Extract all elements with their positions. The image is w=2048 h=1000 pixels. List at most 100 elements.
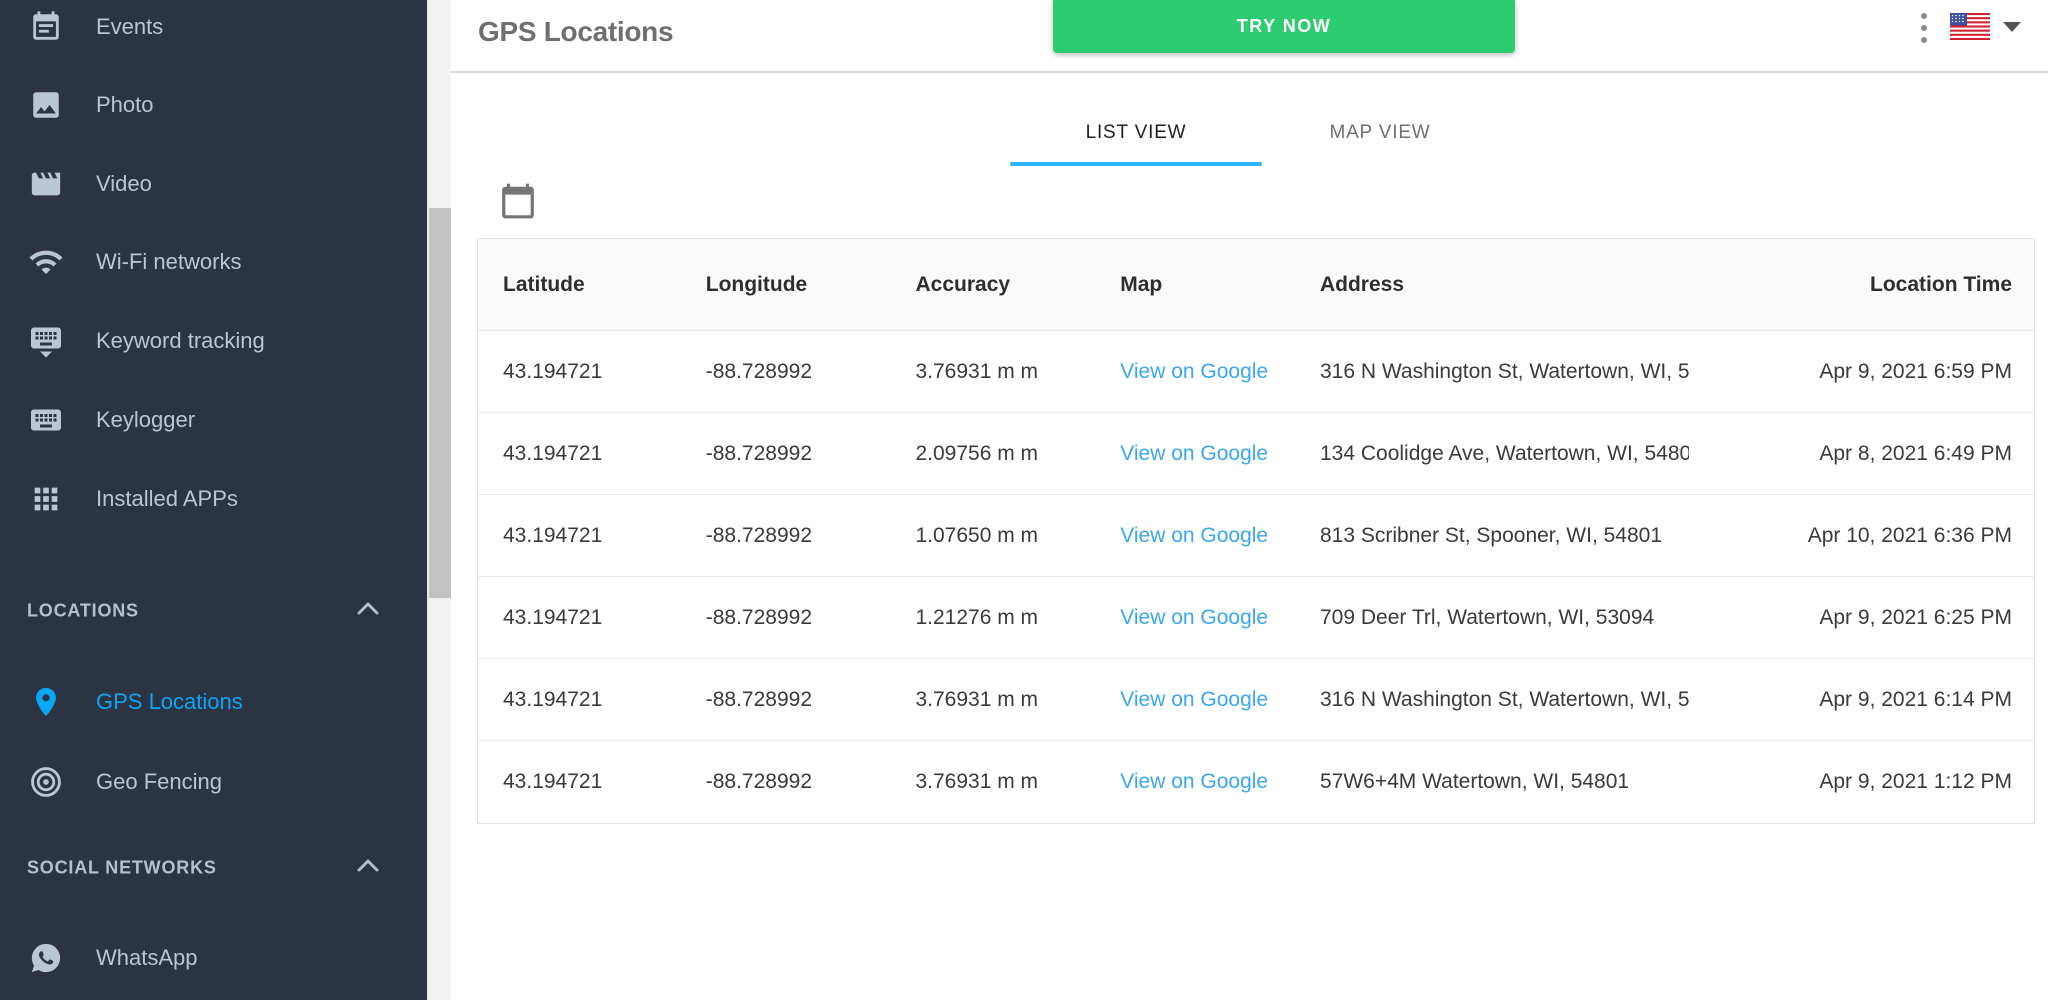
apps-grid-icon [27,480,65,518]
column-header-map: Map [1095,273,1295,297]
wifi-icon [27,243,65,281]
longitude-cell: -88.728992 [681,524,891,548]
main-area: GPS Locations TRY NOW LIST VIEW MAP V [451,0,2048,1000]
address-cell: 134 Coolidge Ave, Watertown, WI, 54801 [1295,442,1689,466]
sidebar-item-wifi-networks[interactable]: Wi-Fi networks [0,238,427,286]
column-header-accuracy: Accuracy [890,273,1095,297]
column-header-location-time: Location Time [1689,273,2034,297]
us-flag-icon[interactable] [1950,13,1990,40]
address-cell: 316 N Washington St, Watertown, WI, 5480… [1295,360,1689,384]
sidebar-item-whatsapp[interactable]: WhatsApp [0,934,427,982]
tab-label: LIST VIEW [1086,122,1187,144]
table-row: 43.194721 -88.728992 3.76931 m m View on… [478,741,2034,823]
table-header-row: Latitude Longitude Accuracy Map Address … [478,239,2034,331]
sidebar-item-keyword-tracking[interactable]: Keyword tracking [0,317,427,365]
keyboard-hide-icon [27,322,65,360]
sidebar-item-keylogger[interactable]: Keylogger [0,396,427,444]
sidebar-scrollbar-track[interactable] [427,0,451,1000]
longitude-cell: -88.728992 [681,360,891,384]
sidebar-item-label: GPS Locations [96,689,243,715]
tab-map-view[interactable]: MAP VIEW [1271,100,1489,166]
column-header-latitude: Latitude [478,273,681,297]
view-on-google-link[interactable]: View on Google [1120,770,1268,793]
sidebar-item-label: Video [96,171,152,197]
view-on-google-link[interactable]: View on Google [1120,442,1268,465]
place-pin-icon [27,683,65,721]
geo-fencing-target-icon [27,763,65,801]
accuracy-cell: 2.09756 m m [890,442,1095,466]
accuracy-cell: 1.21276 m m [890,606,1095,630]
photo-icon [27,86,65,124]
table-row: 43.194721 -88.728992 3.76931 m m View on… [478,331,2034,413]
chevron-up-icon[interactable] [356,858,380,878]
address-cell: 813 Scribner St, Spooner, WI, 54801 [1295,524,1689,548]
sidebar-item-label: Keyword tracking [96,328,265,354]
chevron-up-icon[interactable] [356,601,380,621]
sidebar-item-label: Wi-Fi networks [96,249,241,275]
accuracy-cell: 1.07650 m m [890,524,1095,548]
sidebar-item-label: Events [96,14,163,40]
section-label: SOCIAL NETWORKS [27,858,217,879]
event-note-icon [27,8,65,46]
longitude-cell: -88.728992 [681,442,891,466]
latitude-cell: 43.194721 [478,770,681,794]
latitude-cell: 43.194721 [478,524,681,548]
table-row: 43.194721 -88.728992 1.07650 m m View on… [478,495,2034,577]
sidebar-item-label: Keylogger [96,407,195,433]
try-now-button[interactable]: TRY NOW [1053,0,1515,53]
table-row: 43.194721 -88.728992 3.76931 m m View on… [478,659,2034,741]
sidebar-item-label: Photo [96,92,154,118]
view-on-google-link[interactable]: View on Google [1120,606,1268,629]
location-time-cell: Apr 9, 2021 6:25 PM [1689,606,2034,630]
sidebar-item-events[interactable]: Events [0,3,427,51]
sidebar-item-photo[interactable]: Photo [0,81,427,129]
column-header-address: Address [1295,273,1689,297]
view-on-google-link[interactable]: View on Google [1120,524,1268,547]
view-on-google-link[interactable]: View on Google [1120,688,1268,711]
header-divider [451,71,2048,73]
location-time-cell: Apr 10, 2021 6:36 PM [1689,524,2034,548]
language-dropdown-caret-icon[interactable] [2003,22,2021,32]
sidebar-item-gps-locations[interactable]: GPS Locations [0,678,427,726]
latitude-cell: 43.194721 [478,360,681,384]
section-label: LOCATIONS [27,601,139,622]
longitude-cell: -88.728992 [681,606,891,630]
column-header-longitude: Longitude [681,273,891,297]
calendar-filter-button[interactable] [498,182,538,222]
address-cell: 709 Deer Trl, Watertown, WI, 53094 [1295,606,1689,630]
keyboard-icon [27,401,65,439]
longitude-cell: -88.728992 [681,770,891,794]
sidebar-item-label: WhatsApp [96,945,198,971]
page-title: GPS Locations [478,16,673,48]
location-time-cell: Apr 9, 2021 6:14 PM [1689,688,2034,712]
sidebar-scrollbar-thumb[interactable] [429,208,451,598]
sidebar: Events Photo Video Wi-Fi networks Keywor… [0,0,427,1000]
accuracy-cell: 3.76931 m m [890,688,1095,712]
longitude-cell: -88.728992 [681,688,891,712]
tab-list-view[interactable]: LIST VIEW [1010,100,1262,166]
sidebar-item-label: Geo Fencing [96,769,222,795]
location-time-cell: Apr 9, 2021 1:12 PM [1689,770,2034,794]
sidebar-section-locations[interactable]: LOCATIONS [0,591,427,631]
latitude-cell: 43.194721 [478,688,681,712]
view-on-google-link[interactable]: View on Google [1120,360,1268,383]
latitude-cell: 43.194721 [478,606,681,630]
sidebar-item-label: Installed APPs [96,486,238,512]
location-time-cell: Apr 8, 2021 6:49 PM [1689,442,2034,466]
sidebar-item-installed-apps[interactable]: Installed APPs [0,475,427,523]
accuracy-cell: 3.76931 m m [890,360,1095,384]
video-icon [27,165,65,203]
accuracy-cell: 3.76931 m m [890,770,1095,794]
table-row: 43.194721 -88.728992 1.21276 m m View on… [478,577,2034,659]
address-cell: 57W6+4M Watertown, WI, 54801 [1295,770,1689,794]
sidebar-item-geo-fencing[interactable]: Geo Fencing [0,758,427,806]
address-cell: 316 N Washington St, Watertown, WI, 5480… [1295,688,1689,712]
latitude-cell: 43.194721 [478,442,681,466]
kebab-menu-icon[interactable] [1914,13,1934,43]
whatsapp-icon [27,939,65,977]
active-tab-underline [1010,162,1262,166]
calendar-icon [499,182,537,220]
sidebar-item-video[interactable]: Video [0,160,427,208]
tab-label: MAP VIEW [1329,122,1430,144]
sidebar-section-social-networks[interactable]: SOCIAL NETWORKS [0,848,427,888]
